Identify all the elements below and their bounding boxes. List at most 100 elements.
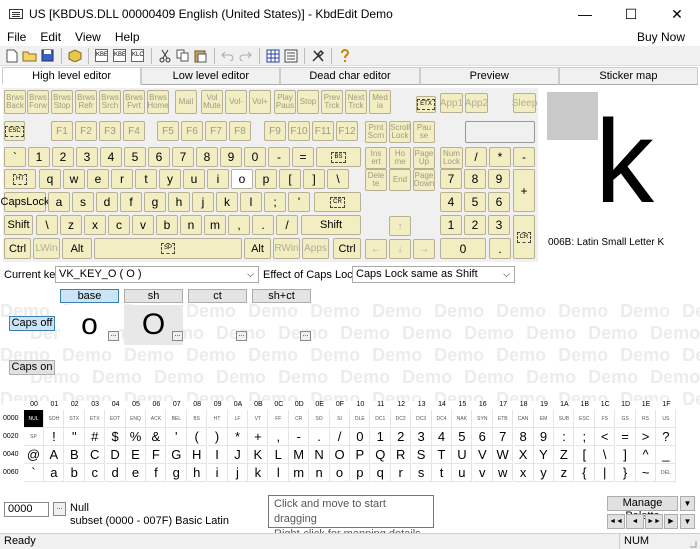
grid-cell[interactable]: 2 [391, 428, 412, 446]
grid-cell[interactable]: S [411, 446, 432, 464]
media-key-9[interactable]: Vol- [225, 90, 247, 114]
grid-cell[interactable]: DC3 [411, 410, 432, 428]
grid-cell[interactable]: V [472, 446, 493, 464]
grid-cell[interactable]: U [452, 446, 473, 464]
key-row4-1[interactable]: z [60, 215, 82, 235]
grid-cell[interactable]: 0 [350, 428, 371, 446]
f5-key[interactable]: F5 [157, 121, 179, 141]
grid-cell[interactable]: 3 [411, 428, 432, 446]
grid-cell[interactable]: J [228, 446, 248, 464]
media-key-4[interactable]: Brws Srch [99, 90, 121, 114]
grid-cell[interactable]: i [207, 464, 228, 482]
grid-cell[interactable]: FS [595, 410, 616, 428]
key-row2-9[interactable]: p [255, 169, 277, 189]
new-file-icon[interactable] [3, 47, 20, 64]
f10-key[interactable]: F10 [288, 121, 310, 141]
key-row1-8[interactable]: 8 [196, 147, 218, 167]
num-lock-key[interactable]: Num Lock [440, 147, 463, 169]
key-row3-7[interactable]: k [216, 192, 238, 212]
key-row2-6[interactable]: u [183, 169, 205, 189]
f6-key[interactable]: F6 [181, 121, 203, 141]
grid-cell[interactable]: " [64, 428, 85, 446]
grid-cell[interactable]: SI [330, 410, 350, 428]
key-row2-8[interactable]: o [231, 169, 253, 189]
tools-icon[interactable] [309, 47, 326, 64]
key-row4-8[interactable]: , [228, 215, 250, 235]
manage-palette-button[interactable]: Manage Palette [607, 496, 678, 522]
key-row2-7[interactable]: i [207, 169, 229, 189]
grid-cell[interactable]: GS [615, 410, 636, 428]
grid-cell[interactable]: j [228, 464, 248, 482]
media-key-8[interactable]: Vol Mute [201, 90, 223, 114]
grid-cell[interactable]: { [574, 464, 595, 482]
klc-icon[interactable]: KLC [129, 47, 146, 64]
grid-cell[interactable]: B [64, 446, 85, 464]
grid-cell[interactable]: f [146, 464, 167, 482]
grid-cell[interactable]: ' [166, 428, 187, 446]
print-screen-key[interactable]: Prnt Scrn [365, 121, 387, 143]
grid-cell[interactable]: ^ [636, 446, 656, 464]
grid-cell[interactable]: t [432, 464, 452, 482]
key-row3-9[interactable]: ; [264, 192, 286, 212]
tab-preview[interactable]: Preview [419, 67, 559, 85]
grid-cell[interactable]: v [472, 464, 493, 482]
f8-key[interactable]: F8 [229, 121, 251, 141]
grid-cell[interactable]: e [126, 464, 146, 482]
grid-cell[interactable]: ETB [493, 410, 514, 428]
etx-key[interactable]: ETX [416, 96, 436, 113]
grid-cell[interactable]: ; [574, 428, 595, 446]
media-key-12[interactable]: Stop [297, 90, 319, 114]
key-row1-5[interactable]: 5 [124, 147, 146, 167]
grid-cell[interactable]: % [126, 428, 146, 446]
grid-cell[interactable]: Y [534, 446, 554, 464]
paste-icon[interactable] [192, 47, 209, 64]
key-row2-0[interactable]: q [39, 169, 61, 189]
grid-cell[interactable]: [ [574, 446, 595, 464]
numpad-row2-2[interactable]: 9 [488, 169, 510, 189]
grid-cell[interactable]: T [432, 446, 452, 464]
grid-cell[interactable]: b [64, 464, 85, 482]
space-key[interactable]: SP [94, 238, 242, 259]
grid-cell[interactable]: K [248, 446, 269, 464]
package-icon[interactable] [66, 47, 83, 64]
grid-cell[interactable]: - [289, 428, 310, 446]
grid-cell[interactable]: RS [636, 410, 656, 428]
menu-edit[interactable]: Edit [33, 30, 68, 44]
next-page-button[interactable]: ▶ [664, 514, 678, 529]
grid-cell[interactable]: $ [105, 428, 126, 446]
delete-key[interactable]: Dele te [365, 169, 387, 191]
first-page-button[interactable]: ◄◄ [607, 514, 625, 529]
grid-cell[interactable]: ETX [85, 410, 106, 428]
numpad-row2-1[interactable]: 8 [464, 169, 486, 189]
grid-cell[interactable]: ESC [574, 410, 595, 428]
grid-cell[interactable]: LF [228, 410, 248, 428]
menu-view[interactable]: View [68, 30, 108, 44]
grid-cell[interactable]: N [309, 446, 330, 464]
redo-icon[interactable] [237, 47, 254, 64]
tab-sticker-map[interactable]: Sticker map [558, 67, 699, 85]
grid-cell[interactable]: 6 [472, 428, 493, 446]
grid-cell[interactable]: : [554, 428, 575, 446]
grid-cell[interactable]: ` [24, 464, 44, 482]
code-point-browse-button[interactable]: ... [53, 502, 66, 516]
tab-low-level-editor[interactable]: Low level editor [141, 67, 281, 85]
key-row1-3[interactable]: 3 [76, 147, 98, 167]
tab-key[interactable]: HT [4, 169, 36, 189]
key-row2-4[interactable]: t [135, 169, 157, 189]
grid-cell[interactable]: z [554, 464, 575, 482]
f12-key[interactable]: F12 [336, 121, 358, 141]
numpad-row1-1[interactable]: * [489, 147, 511, 167]
grid-cell[interactable]: EM [534, 410, 554, 428]
grid-cell[interactable]: o [330, 464, 350, 482]
grid-cell[interactable]: F [146, 446, 167, 464]
key-row1-12[interactable]: = [292, 147, 314, 167]
caps-off-button[interactable]: Caps off [9, 316, 55, 331]
key-row3-2[interactable]: d [96, 192, 118, 212]
media-key-7[interactable]: Mail [175, 90, 197, 114]
grid-cell[interactable]: d [105, 464, 126, 482]
key-row1-10[interactable]: 0 [244, 147, 266, 167]
tab-dead-char-editor[interactable]: Dead char editor [280, 67, 420, 85]
palette-menu-button[interactable]: ▼ [680, 496, 695, 511]
code-point-input[interactable]: 0000 [4, 502, 49, 517]
grid-cell[interactable]: . [309, 428, 330, 446]
